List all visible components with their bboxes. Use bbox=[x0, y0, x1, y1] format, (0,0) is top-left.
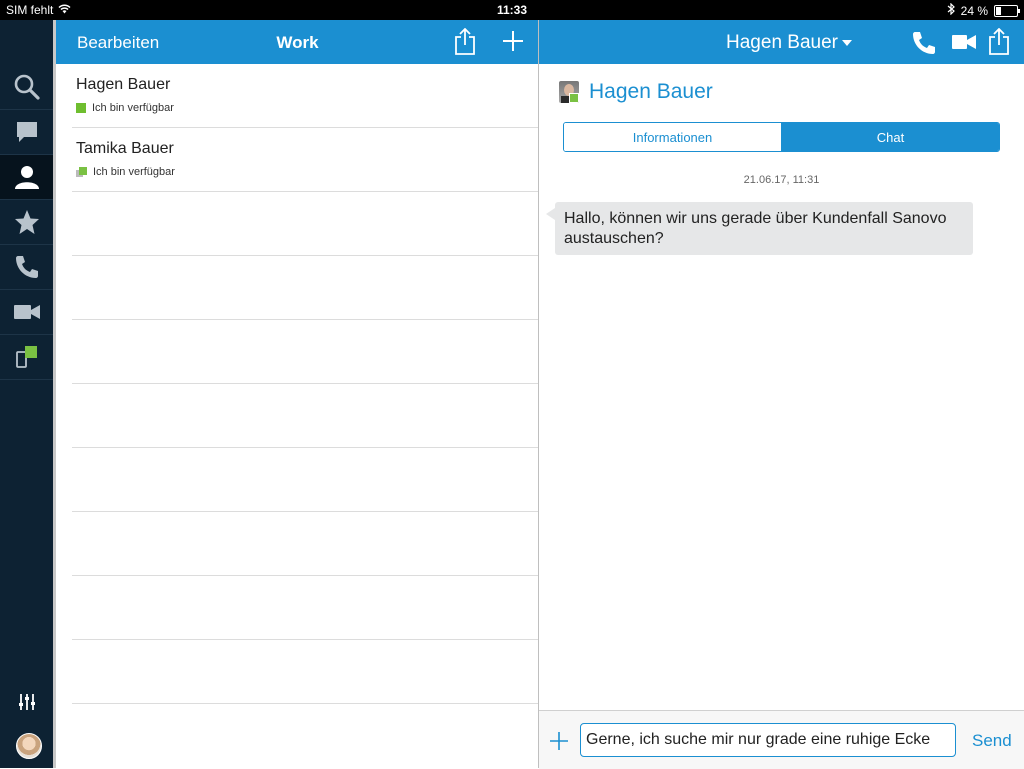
user-avatar[interactable] bbox=[16, 733, 42, 759]
chat-header: Hagen Bauer bbox=[539, 20, 1024, 64]
status-bar: SIM fehlt 11:33 24 % bbox=[0, 0, 1024, 20]
presence-available-icon bbox=[569, 93, 579, 103]
profile-name[interactable]: Hagen Bauer bbox=[589, 80, 713, 104]
contact-row[interactable]: Hagen Bauer Ich bin verfügbar bbox=[72, 64, 539, 128]
panel-divider bbox=[538, 20, 539, 768]
sidebar-item-settings[interactable] bbox=[0, 680, 53, 724]
sidebar-item-video[interactable] bbox=[0, 290, 53, 335]
presence-multi-device-icon bbox=[76, 166, 87, 178]
chat-profile: Hagen Bauer bbox=[559, 80, 713, 104]
segmented-control: Informationen Chat bbox=[563, 122, 1000, 152]
chat-icon bbox=[15, 120, 39, 144]
tab-informationen[interactable]: Informationen bbox=[564, 123, 782, 151]
bluetooth-icon bbox=[947, 2, 955, 18]
contact-name: Tamika Bauer bbox=[76, 140, 174, 157]
battery-icon bbox=[994, 4, 1020, 17]
favorites-icon bbox=[14, 209, 40, 235]
message-composer: Gerne, ich suche mir nur grade eine ruhi… bbox=[539, 710, 1024, 769]
add-icon[interactable] bbox=[502, 30, 524, 57]
sidebar-item-search[interactable] bbox=[0, 65, 53, 110]
contact-list: Hagen Bauer Ich bin verfügbar Tamika Bau… bbox=[56, 64, 539, 768]
message-input[interactable]: Gerne, ich suche mir nur grade eine ruhi… bbox=[580, 723, 956, 757]
sidebar bbox=[0, 20, 53, 768]
contact-status-text: Ich bin verfügbar bbox=[92, 102, 174, 114]
contact-status: Ich bin verfügbar bbox=[76, 166, 175, 178]
empty-row bbox=[72, 640, 539, 704]
contact-status: Ich bin verfügbar bbox=[76, 102, 174, 114]
empty-row bbox=[72, 512, 539, 576]
contact-row[interactable]: Tamika Bauer Ich bin verfügbar bbox=[72, 128, 539, 192]
share-icon[interactable] bbox=[988, 27, 1010, 61]
sidebar-item-chat[interactable] bbox=[0, 110, 53, 155]
settings-sliders-icon bbox=[17, 693, 37, 711]
chat-contact-name: Hagen Bauer bbox=[726, 32, 838, 53]
phone-icon bbox=[14, 254, 40, 280]
sidebar-item-contacts[interactable] bbox=[0, 155, 53, 200]
call-icon[interactable] bbox=[911, 30, 937, 61]
send-button[interactable]: Send bbox=[972, 731, 1012, 751]
video-icon bbox=[13, 302, 41, 322]
attach-plus-icon[interactable] bbox=[549, 731, 569, 756]
sidebar-item-favorites[interactable] bbox=[0, 200, 53, 245]
message-timestamp: 21.06.17, 11:31 bbox=[743, 174, 820, 186]
list-header: Bearbeiten Work bbox=[56, 20, 539, 64]
contact-avatar bbox=[559, 81, 579, 103]
contact-name: Hagen Bauer bbox=[76, 76, 171, 93]
sidebar-item-phone[interactable] bbox=[0, 245, 53, 290]
sidebar-item-device-presence[interactable] bbox=[0, 335, 53, 380]
tab-chat[interactable]: Chat bbox=[782, 123, 999, 151]
empty-row bbox=[72, 384, 539, 448]
empty-row bbox=[72, 576, 539, 640]
empty-row bbox=[72, 320, 539, 384]
video-call-icon[interactable] bbox=[951, 32, 977, 57]
contact-status-text: Ich bin verfügbar bbox=[93, 166, 175, 178]
incoming-message: Hallo, können wir uns gerade über Kunden… bbox=[546, 202, 973, 255]
empty-row bbox=[72, 256, 539, 320]
search-icon bbox=[14, 74, 40, 100]
caret-down-icon bbox=[841, 39, 852, 46]
empty-row bbox=[72, 192, 539, 256]
presence-available-icon bbox=[76, 103, 86, 113]
clock: 11:33 bbox=[496, 3, 528, 17]
contacts-icon bbox=[14, 164, 40, 190]
battery-percent: 24 % bbox=[960, 3, 988, 18]
device-presence-icon bbox=[14, 344, 40, 370]
empty-row bbox=[72, 448, 539, 512]
share-icon[interactable] bbox=[454, 27, 476, 61]
